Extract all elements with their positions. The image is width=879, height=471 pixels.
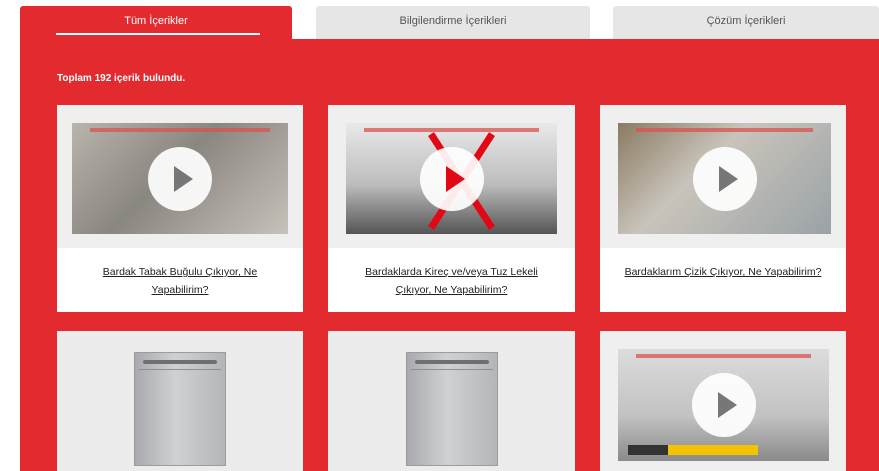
card-title-link[interactable]: Bardaklarım Çizik Çıkıyor, Ne Yapabiliri…: [620, 263, 826, 281]
card-title-link[interactable]: Bardaklarda Kireç ve/veya Tuz Lekeli Çık…: [348, 263, 555, 299]
play-icon[interactable]: [148, 146, 212, 211]
dishwasher-image: [134, 352, 226, 466]
tab-label: Çözüm İçerikleri: [706, 15, 786, 27]
video-caption-banner-dark: [628, 445, 668, 455]
content-card[interactable]: Bardak Tabak Buğulu Çıkıyor, Ne Yapabili…: [57, 105, 303, 312]
tab-all-contents[interactable]: Tüm İçerikler: [20, 6, 292, 40]
results-count: Toplam 192 içerik bulundu.: [57, 73, 186, 84]
video-header-bar: [636, 128, 813, 132]
tab-label: Tüm İçerikler: [124, 15, 188, 27]
content-tabs: Tüm İçerikler Bilgilendirme İçerikleri Ç…: [20, 6, 879, 40]
dishwasher-handle: [143, 360, 217, 364]
video-thumbnail[interactable]: [618, 349, 829, 461]
dishwasher-image: [406, 352, 498, 466]
card-title-link[interactable]: Bardak Tabak Buğulu Çıkıyor, Ne Yapabili…: [77, 263, 283, 299]
video-thumbnail[interactable]: [346, 123, 557, 234]
content-card[interactable]: Bardaklarım Çizik Çıkıyor, Ne Yapabiliri…: [600, 105, 846, 312]
tab-informative-contents[interactable]: Bilgilendirme İçerikleri: [316, 6, 590, 40]
dishwasher-panel-line: [139, 369, 221, 370]
dishwasher-panel-line: [411, 369, 493, 370]
video-header-bar: [90, 128, 270, 132]
content-card[interactable]: [328, 331, 575, 471]
active-tab-underline: [56, 33, 260, 35]
video-thumbnail[interactable]: [72, 123, 288, 234]
content-card[interactable]: [600, 331, 846, 471]
tab-label: Bilgilendirme İçerikleri: [399, 15, 507, 27]
play-icon[interactable]: [692, 146, 757, 211]
play-icon[interactable]: [419, 146, 484, 211]
play-icon[interactable]: [691, 373, 756, 437]
content-card[interactable]: Bardaklarda Kireç ve/veya Tuz Lekeli Çık…: [328, 105, 575, 312]
content-card[interactable]: [57, 331, 303, 471]
content-panel: Toplam 192 içerik bulundu. Bardak Tabak …: [20, 39, 879, 471]
video-header-bar: [636, 354, 811, 358]
dishwasher-handle: [415, 360, 489, 364]
tab-solution-contents[interactable]: Çözüm İçerikleri: [613, 6, 879, 40]
video-thumbnail[interactable]: [618, 123, 831, 234]
